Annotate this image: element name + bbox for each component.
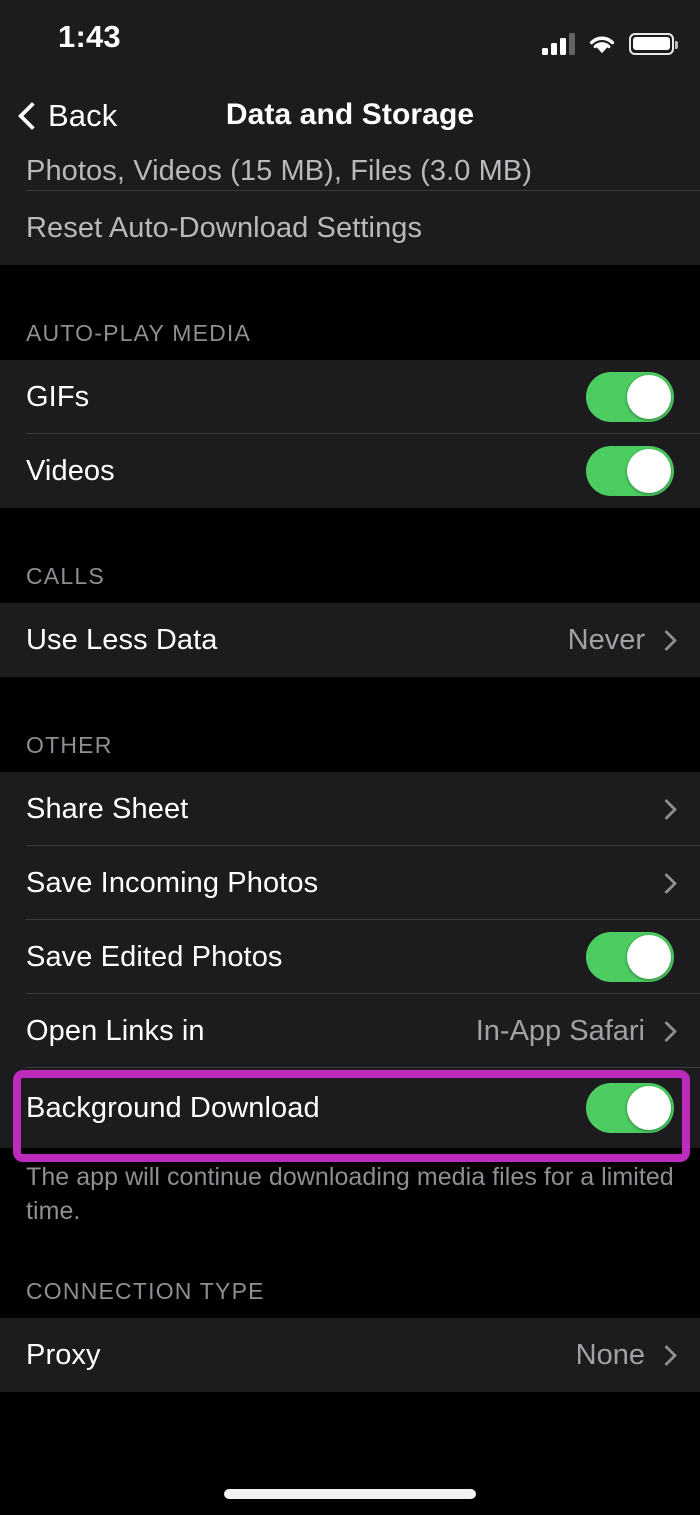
row-reset-auto-download-settings[interactable]: Reset Auto-Download Settings	[0, 191, 700, 265]
row-label: Background Download	[26, 1091, 320, 1124]
videos-toggle[interactable]	[586, 446, 674, 496]
chevron-right-icon	[659, 1018, 674, 1044]
auto-download-group: Photos, Videos (15 MB), Files (3.0 MB) R…	[0, 156, 700, 265]
section-header-other: OTHER	[0, 677, 700, 772]
row-save-edited-photos[interactable]: Save Edited Photos	[0, 920, 700, 994]
calls-group: Use Less Data Never	[0, 603, 700, 677]
section-header-label: CONNECTION TYPE	[26, 1278, 265, 1304]
save-edited-photos-toggle[interactable]	[586, 932, 674, 982]
auto-play-media-group: GIFs Videos	[0, 360, 700, 508]
cellular-signal-icon	[542, 33, 575, 55]
status-time: 1:43	[58, 19, 121, 54]
row-label: Reset Auto-Download Settings	[26, 211, 423, 244]
row-proxy[interactable]: Proxy None	[0, 1318, 700, 1392]
row-label: Videos	[26, 454, 115, 487]
row-label: Open Links in	[26, 1014, 205, 1047]
status-indicators	[542, 27, 678, 55]
gifs-toggle[interactable]	[586, 372, 674, 422]
section-header-label: CALLS	[26, 563, 105, 589]
row-share-sheet[interactable]: Share Sheet	[0, 772, 700, 846]
row-background-download[interactable]: Background Download	[0, 1068, 700, 1148]
section-header-label: OTHER	[26, 732, 113, 758]
row-open-links-in[interactable]: Open Links in In-App Safari	[0, 994, 700, 1068]
section-header-connection-type: CONNECTION TYPE	[0, 1228, 700, 1318]
section-header-calls: CALLS	[0, 508, 700, 603]
chevron-right-icon	[659, 1342, 674, 1368]
row-videos[interactable]: Videos	[0, 434, 700, 508]
auto-download-summary-text: Photos, Videos (15 MB), Files (3.0 MB)	[26, 156, 533, 187]
status-bar: 1:43	[0, 0, 700, 80]
background-download-footnote: The app will continue downloading media …	[26, 1163, 674, 1225]
row-label: Save Incoming Photos	[26, 866, 319, 899]
section-header-label: AUTO-PLAY MEDIA	[26, 320, 252, 346]
chevron-right-icon	[659, 796, 674, 822]
row-auto-download-summary: Photos, Videos (15 MB), Files (3.0 MB)	[0, 156, 700, 191]
home-indicator	[224, 1489, 476, 1499]
chevron-right-icon	[659, 870, 674, 896]
background-download-toggle[interactable]	[586, 1083, 674, 1133]
section-header-auto-play-media: AUTO-PLAY MEDIA	[0, 265, 700, 360]
settings-list[interactable]: Photos, Videos (15 MB), Files (3.0 MB) R…	[0, 156, 700, 1515]
row-label: Save Edited Photos	[26, 940, 283, 973]
row-label: GIFs	[26, 380, 90, 413]
row-value: Never	[567, 623, 645, 656]
row-label: Proxy	[26, 1338, 101, 1371]
row-value: None	[575, 1338, 645, 1371]
row-save-incoming-photos[interactable]: Save Incoming Photos	[0, 846, 700, 920]
phone-screen: 1:43 Back Data and Storage Photos, Video…	[0, 0, 700, 1515]
navigation-bar: Back Data and Storage	[0, 80, 700, 156]
chevron-right-icon	[659, 627, 674, 653]
row-value: In-App Safari	[475, 1014, 645, 1047]
battery-full-icon	[629, 33, 678, 55]
wifi-icon	[588, 34, 616, 55]
other-group: Share Sheet Save Incoming Photos Save Ed…	[0, 772, 700, 1148]
connection-type-group: Proxy None	[0, 1318, 700, 1392]
page-title: Data and Storage	[225, 98, 475, 131]
row-label: Use Less Data	[26, 623, 218, 656]
row-use-less-data[interactable]: Use Less Data Never	[0, 603, 700, 677]
row-label: Share Sheet	[26, 792, 189, 825]
row-gifs[interactable]: GIFs	[0, 360, 700, 434]
